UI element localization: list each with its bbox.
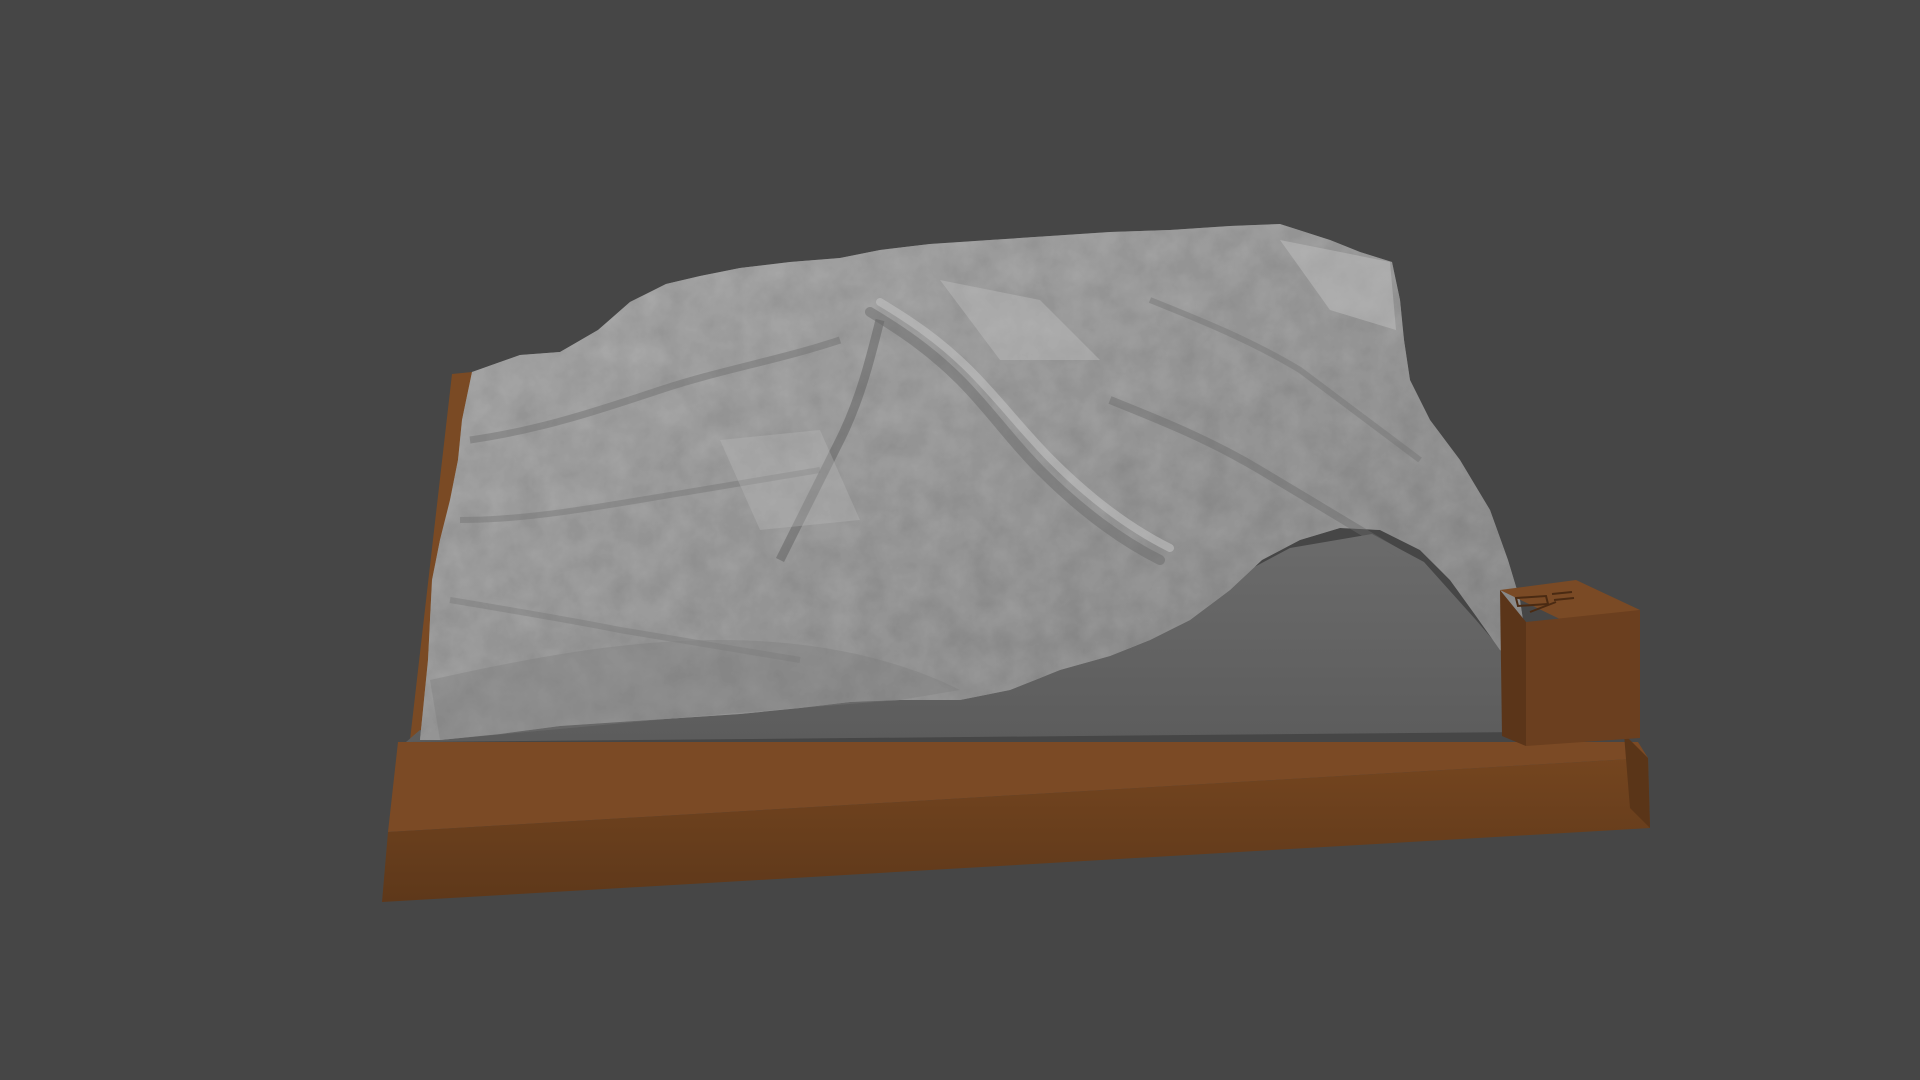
scene-render — [382, 224, 1650, 902]
plaque-front — [1526, 610, 1640, 746]
title-plaque[interactable] — [1500, 580, 1640, 746]
3d-viewport[interactable] — [0, 0, 1920, 1080]
plaque-left — [1500, 590, 1526, 746]
